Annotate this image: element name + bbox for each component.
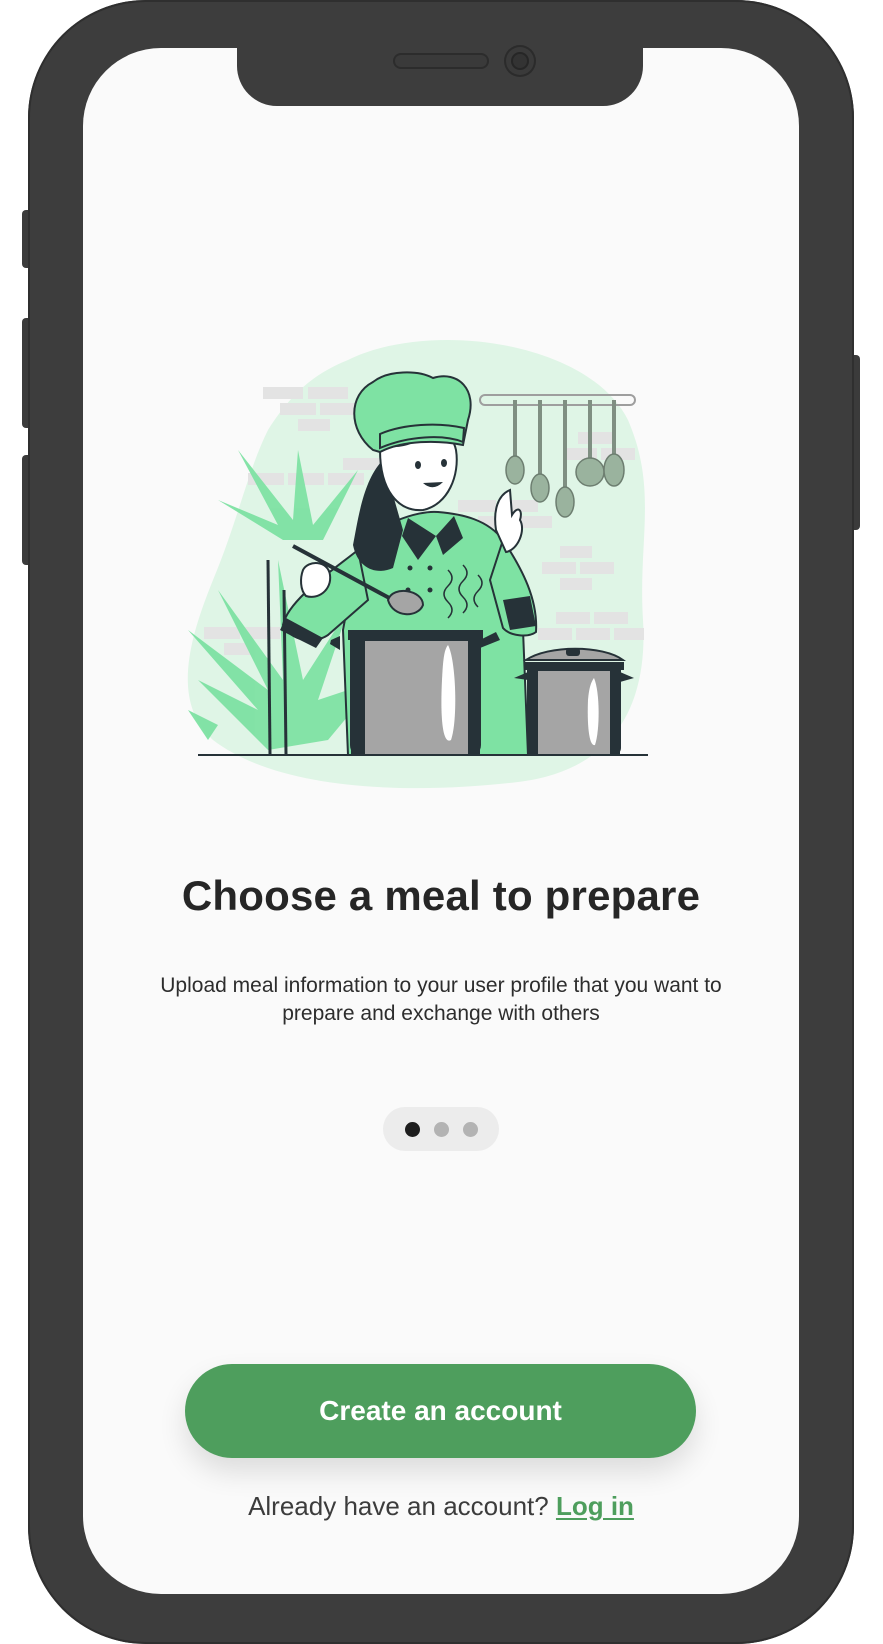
chef-cooking-illustration: [187, 340, 648, 789]
create-account-button[interactable]: Create an account: [185, 1364, 696, 1458]
page-description: Upload meal information to your user pro…: [160, 974, 722, 1025]
front-camera: [506, 47, 534, 75]
device-frame-stage: Choose a meal to prepare Upload meal inf…: [0, 0, 883, 1644]
pagination-dot-3[interactable]: [462, 1121, 478, 1137]
login-prompt-row: Already have an account? Log in: [83, 1491, 799, 1522]
phone-notch: [237, 44, 643, 106]
pagination-indicator[interactable]: [383, 1107, 499, 1151]
speaker-grille: [395, 55, 487, 67]
login-link[interactable]: Log in: [556, 1491, 634, 1521]
page-title: Choose a meal to prepare: [181, 872, 701, 919]
login-prompt-text: Already have an account?: [248, 1491, 549, 1521]
pagination-dot-2[interactable]: [433, 1121, 449, 1137]
pagination-dot-1[interactable]: [404, 1121, 420, 1137]
